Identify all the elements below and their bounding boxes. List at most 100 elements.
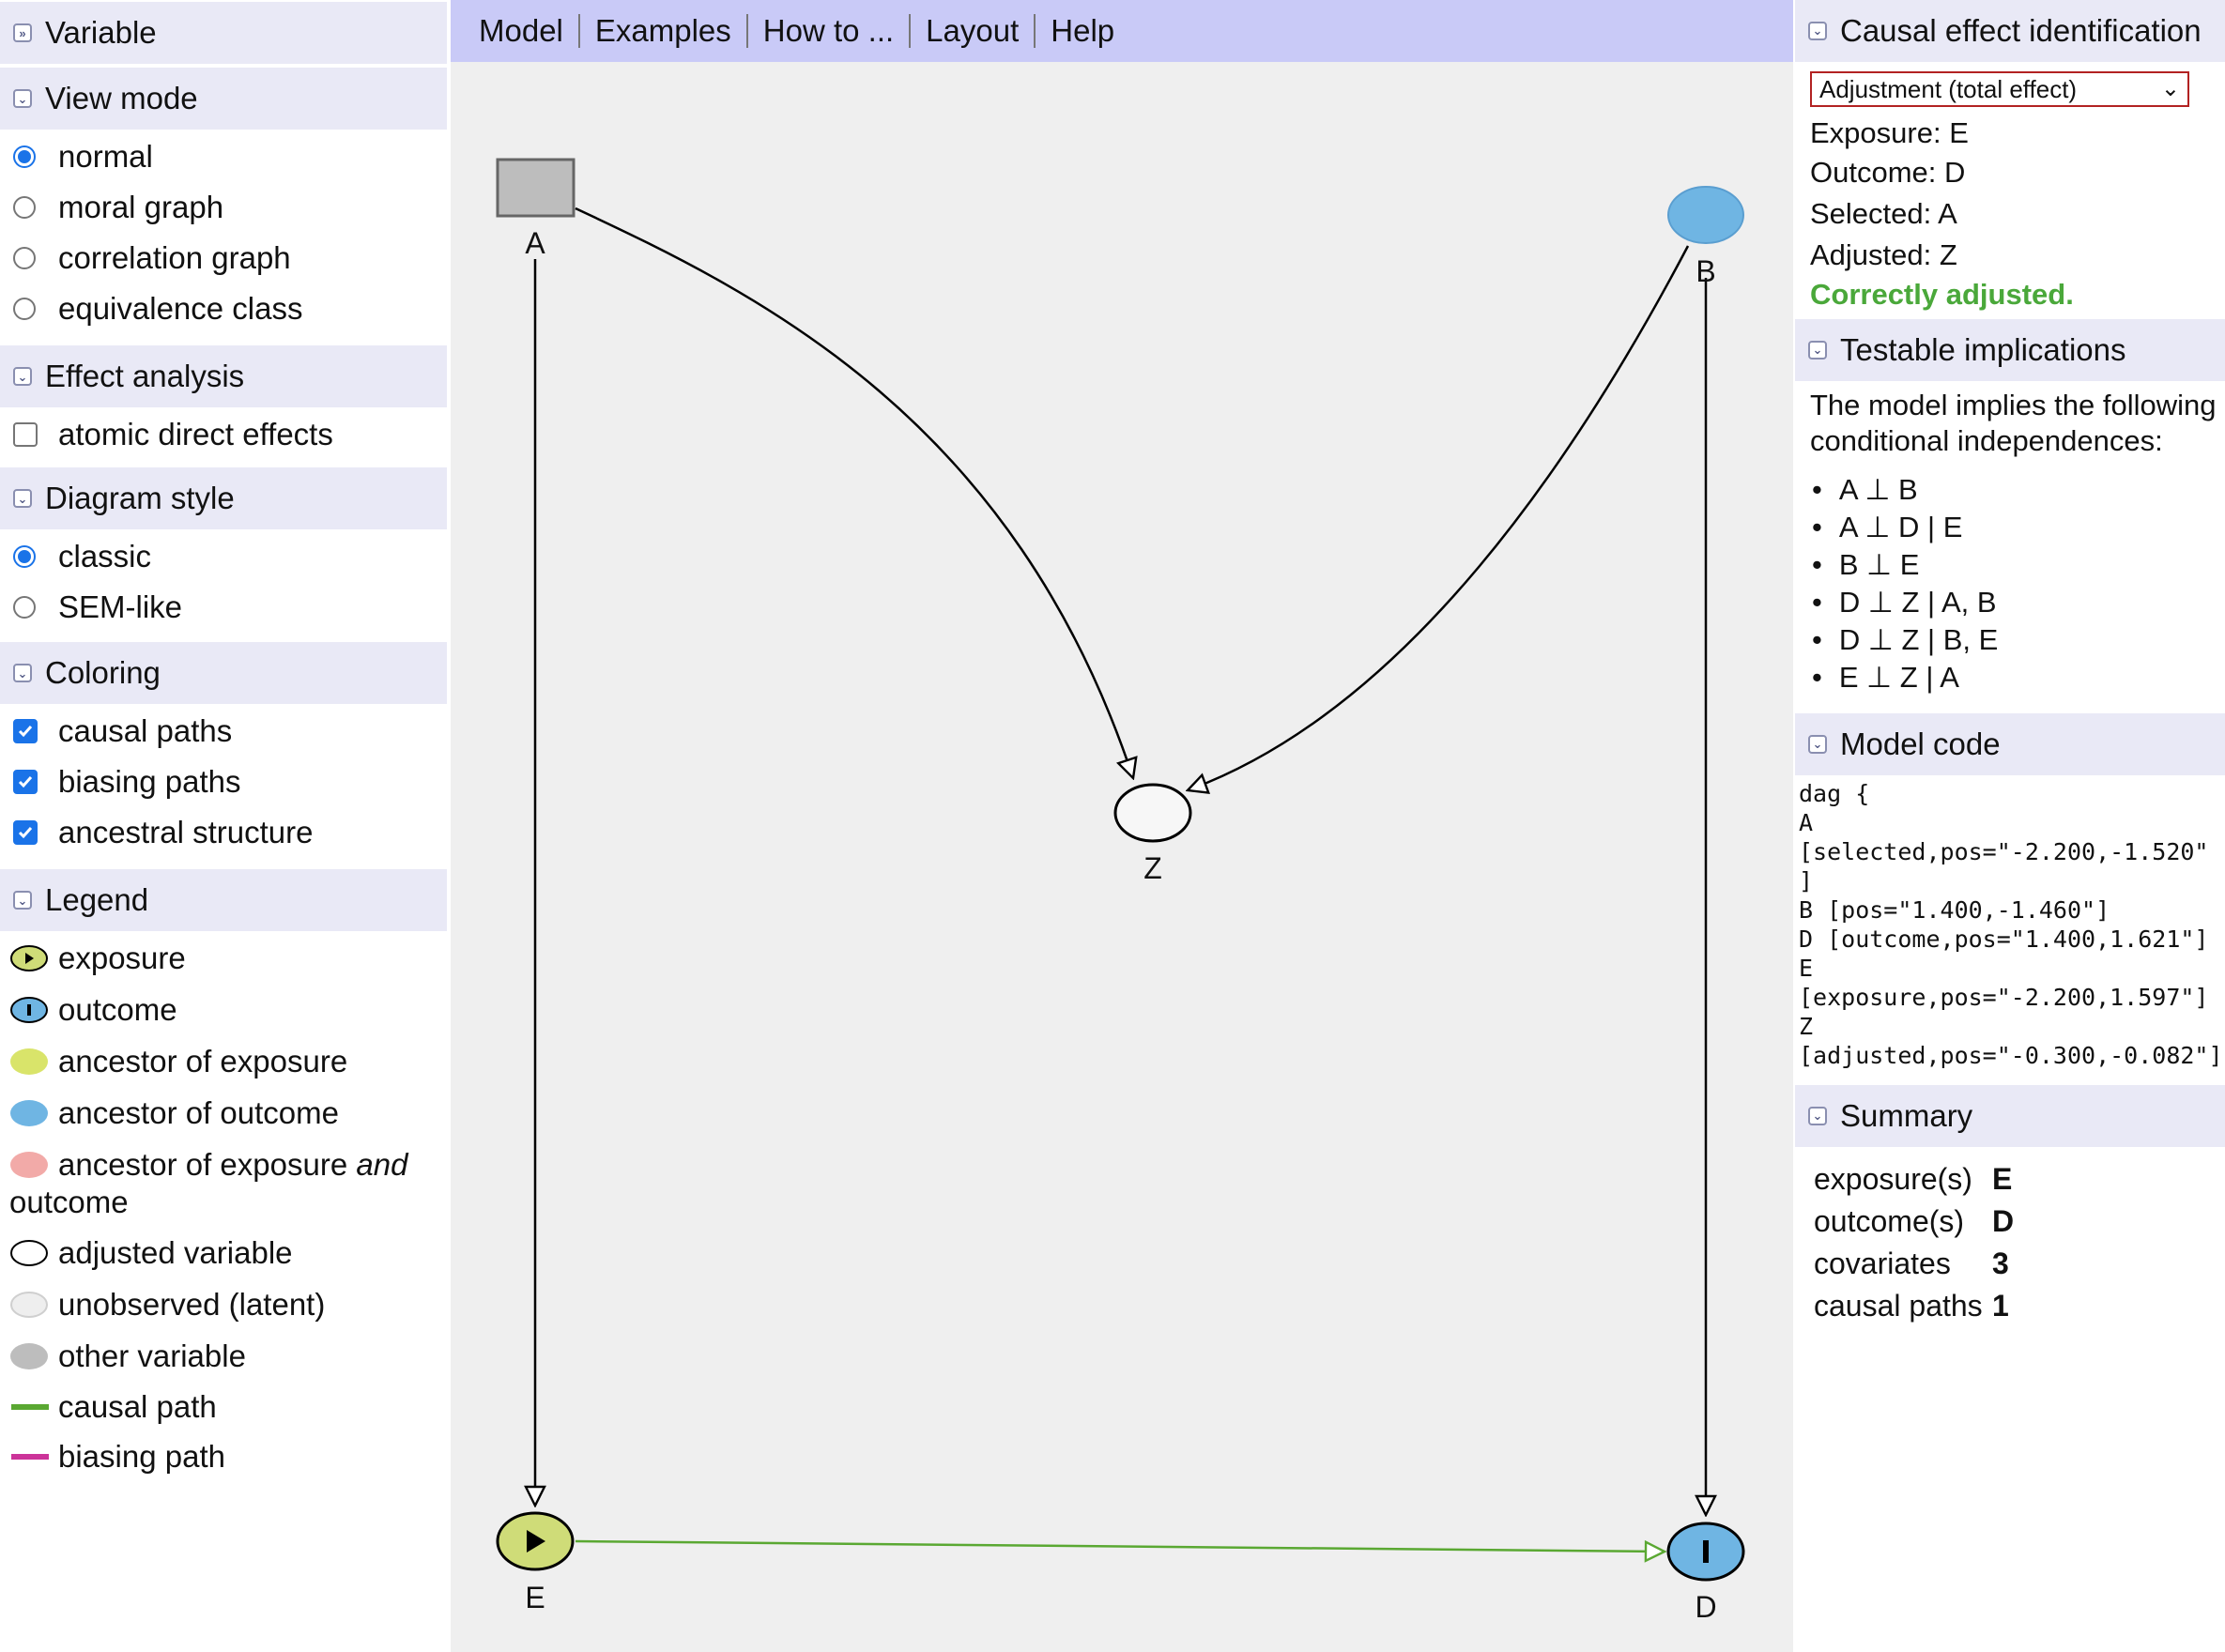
collapse-icon[interactable]: ⌄ [13,367,32,386]
legend-exposure: exposure [9,941,186,976]
radio-equivalence-class[interactable] [13,298,36,320]
model-code-title: Model code [1840,727,2001,761]
checkbox-causal-paths[interactable] [13,719,38,743]
effect-analysis-section-header[interactable]: ⌄ Effect analysis [0,344,447,407]
checkbox-biasing-paths[interactable] [13,770,38,794]
legend-ancestor-exposure: ancestor of exposure [9,1044,347,1079]
menu-help[interactable]: Help [1036,14,1129,48]
legend-label: unobserved (latent) [58,1287,326,1322]
diagram-canvas[interactable]: A B Z E D [451,62,1793,1652]
view-mode-correlation-graph[interactable]: correlation graph [13,235,291,282]
implications-intro-cont: conditional independences: [1810,424,2163,457]
summary-label: causal paths [1814,1289,1983,1323]
atomic-direct-effects-option[interactable]: atomic direct effects [13,411,333,458]
radio-normal[interactable] [13,145,36,168]
legend-ancestor-both: ancestor of exposure and [9,1147,407,1183]
checkbox-atomic-direct-effects[interactable] [13,422,38,447]
legend-title: Legend [45,882,149,917]
view-mode-section-header[interactable]: ⌄ View mode [0,66,447,130]
collapse-icon[interactable]: ⌄ [13,89,32,108]
legend-label: biasing path [58,1439,225,1474]
legend-ancestor-outcome: ancestor of outcome [9,1095,339,1131]
implication-item: D ⊥ Z | A, B [1812,586,1997,620]
coloring-causal-paths[interactable]: causal paths [13,708,232,755]
option-label: normal [58,139,153,174]
node-Z[interactable]: Z [1113,783,1192,885]
menu-layout[interactable]: Layout [911,14,1036,48]
model-code-textarea[interactable]: dag { A [selected,pos="-2.200,-1.520" ] … [1799,779,2225,1070]
diagram-style-sem-like[interactable]: SEM-like [13,584,182,631]
model-code-section-header[interactable]: ⌄ Model code [1795,713,2225,775]
collapse-icon[interactable]: ⌄ [1808,341,1827,359]
outcome-node-icon [10,997,48,1023]
node-E-label: E [525,1581,545,1614]
variable-section-header[interactable]: » Variable [0,0,447,64]
outcome-info: Outcome: D [1810,156,1966,189]
outcome-bar-icon [1703,1540,1709,1563]
radio-correlation-graph[interactable] [13,247,36,269]
coloring-biasing-paths[interactable]: biasing paths [13,758,240,805]
summary-label: covariates [1814,1247,1951,1280]
collapse-icon[interactable]: ⌄ [13,891,32,910]
diagram-style-section-header[interactable]: ⌄ Diagram style [0,466,447,529]
adjusted-info: Adjusted: Z [1810,238,1957,271]
node-Z-label: Z [1143,851,1162,885]
biasing-path-line-icon [11,1454,49,1460]
node-E[interactable]: E [496,1511,575,1614]
other-node-icon [10,1343,48,1369]
menu-how-to[interactable]: How to ... [748,14,912,48]
summary-section-header[interactable]: ⌄ Summary [1795,1085,2225,1147]
option-label: ancestral structure [58,815,314,849]
collapse-icon[interactable]: ⌄ [1808,735,1827,754]
unobserved-node-icon [10,1292,48,1318]
effect-type-select[interactable]: Adjustment (total effect) ⌄ [1810,71,2189,107]
view-mode-title: View mode [45,81,198,115]
diagram-style-classic[interactable]: classic [13,533,151,580]
ancestor-both-icon [10,1152,48,1178]
summary-label: exposure(s) [1814,1162,1972,1196]
summary-title: Summary [1840,1098,1973,1133]
view-mode-equivalence-class[interactable]: equivalence class [13,285,303,332]
coloring-ancestral-structure[interactable]: ancestral structure [13,809,313,856]
effect-analysis-title: Effect analysis [45,359,245,393]
testable-implications-section-header[interactable]: ⌄ Testable implications [1795,319,2225,381]
exposure-node-icon [10,945,48,971]
option-label: equivalence class [58,291,303,326]
coloring-title: Coloring [45,655,161,690]
legend-label: outcome [9,1185,129,1219]
legend-adjusted: adjusted variable [9,1235,293,1271]
view-mode-moral-graph[interactable]: moral graph [13,184,223,231]
coloring-section-header[interactable]: ⌄ Coloring [0,640,447,704]
testable-implications-title: Testable implications [1840,332,2126,367]
view-mode-normal[interactable]: normal [13,133,153,180]
select-value: Adjustment (total effect) [1819,74,2078,103]
expand-icon[interactable]: » [13,23,32,42]
checkbox-ancestral-structure[interactable] [13,820,38,845]
ancestor-exposure-icon [10,1048,48,1075]
edge-A-Z[interactable] [575,206,1133,778]
edge-E-D-causal-path[interactable] [575,1539,1665,1552]
check-icon [18,827,33,839]
menu-bar: Model Examples How to ... Layout Help [451,0,1793,62]
node-A[interactable]: A [496,158,575,260]
radio-sem-like[interactable] [13,596,36,619]
radio-classic[interactable] [13,545,36,568]
legend-label: other variable [58,1338,246,1373]
edge-B-Z[interactable] [1188,245,1690,790]
collapse-icon[interactable]: ⌄ [13,489,32,508]
node-D[interactable]: D [1666,1522,1745,1624]
menu-model[interactable]: Model [451,14,580,48]
collapse-icon[interactable]: ⌄ [13,664,32,682]
radio-moral-graph[interactable] [13,196,36,219]
collapse-icon[interactable]: ⌄ [1808,22,1827,40]
option-label: correlation graph [58,240,291,275]
node-B[interactable]: B [1667,186,1744,288]
menu-examples[interactable]: Examples [580,14,748,48]
check-icon [18,726,33,738]
legend-section-header[interactable]: ⌄ Legend [0,867,447,931]
option-label: classic [58,539,152,574]
dag-diagram[interactable]: A B Z E D [451,62,1793,1652]
causal-effect-section-header[interactable]: ⌄ Causal effect identification [1795,0,2225,62]
collapse-icon[interactable]: ⌄ [1808,1107,1827,1125]
legend-label: adjusted variable [58,1235,293,1270]
